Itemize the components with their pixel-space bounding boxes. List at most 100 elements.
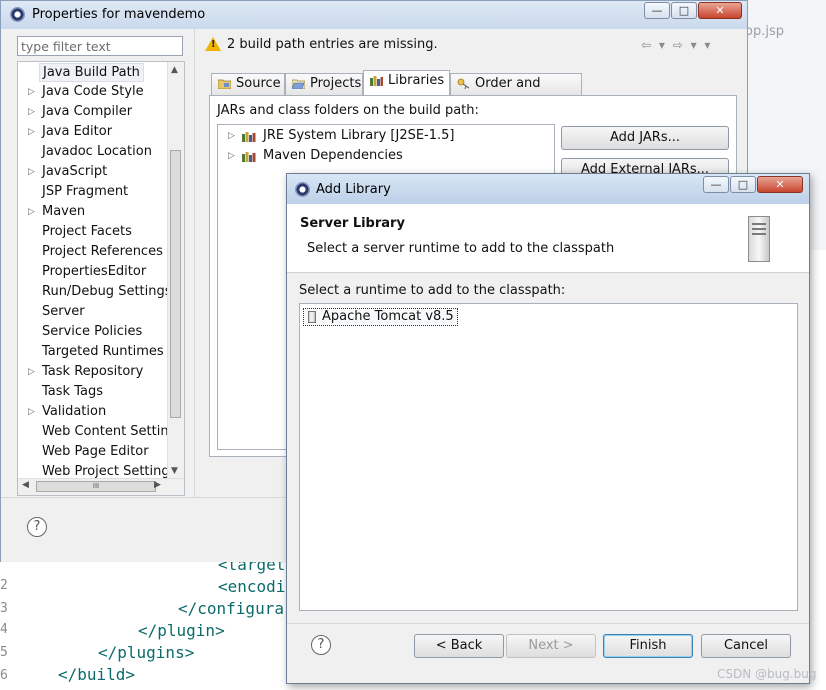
list-item-jre[interactable]: ▷ JRE System Library [J2SE-1.5] [218,126,554,146]
minimize-button[interactable]: — [644,2,670,19]
nav-item[interactable]: Targeted Runtimes [18,342,168,362]
expand-icon[interactable]: ▷ [228,126,235,146]
library-icon [242,152,256,162]
cancel-button[interactable]: Cancel [701,634,791,658]
add-jars-button[interactable]: Add JARs... [561,126,729,150]
editor-tab[interactable]: op.jsp [745,24,784,39]
warning-icon-mark: ! [211,39,216,50]
runtime-list-caption: Select a runtime to add to the classpath… [299,283,566,298]
help-icon[interactable]: ? [27,517,47,537]
maximize-button[interactable]: □ [671,2,697,19]
nav-item[interactable]: ▷ Java Editor [18,122,168,142]
nav-item[interactable]: ▷ Task Repository [18,362,168,382]
nav-item-label: Service Policies [42,324,143,339]
scroll-down-icon[interactable]: ▼ [171,466,178,476]
nav-item[interactable]: Service Policies [18,322,168,342]
server-icon [748,216,770,262]
expand-icon[interactable]: ▷ [28,82,35,102]
nav-item[interactable]: ▷ Java Compiler [18,102,168,122]
nav-item-label: Javadoc Location [42,144,152,159]
dialog-title: Add Library [316,182,391,197]
nav-item-label: Validation [42,404,107,419]
libraries-icon [370,76,383,86]
expand-icon[interactable]: ▷ [28,102,35,122]
line-number: 6 [0,668,8,683]
properties-titlebar[interactable]: Properties for mavendemo — □ ✕ [1,1,747,29]
nav-item[interactable]: Task Tags [18,382,168,402]
tab-libraries[interactable]: Libraries [363,70,450,95]
list-item-tomcat[interactable]: Apache Tomcat v8.5 [303,308,458,326]
history-nav[interactable]: ⇦ ▾ ⇨ ▾ ▾ [641,38,712,52]
nav-item-label: JSP Fragment [42,184,129,199]
nav-item-label: JavaScript [42,164,108,179]
expand-icon[interactable]: ▷ [28,362,35,382]
warning-message: 2 build path entries are missing. [227,37,438,52]
list-item-label: JRE System Library [J2SE-1.5] [263,128,455,143]
scroll-right-icon[interactable]: ▶ [154,480,161,490]
wizard-heading: Server Library [300,216,405,231]
sash-divider[interactable] [194,29,195,497]
scrollbar-thumb[interactable] [170,150,181,418]
dialog-titlebar[interactable]: Add Library — □ ✕ [287,174,809,204]
source-folder-icon [218,79,231,89]
nav-item-label: Run/Debug Settings [42,284,172,299]
server-runtime-icon [308,311,316,323]
minimize-button[interactable]: — [703,176,729,193]
tab-source[interactable]: Source [211,73,285,95]
nav-item[interactable]: ▷ Validation [18,402,168,422]
divider [287,623,809,624]
nav-item[interactable]: Javadoc Location [18,142,168,162]
expand-icon[interactable]: ▷ [28,122,35,142]
nav-item-label: Project References [42,244,163,259]
nav-item[interactable]: Run/Debug Settings [18,282,172,302]
line-number: 2 [0,578,8,593]
expand-icon[interactable]: ▷ [228,146,235,166]
back-button[interactable]: < Back [414,634,504,658]
list-item-maven[interactable]: ▷ Maven Dependencies [218,146,554,166]
nav-vertical-scrollbar[interactable]: ▲ ▼ [167,62,184,480]
code-line: <encodi [218,577,286,596]
help-icon[interactable]: ? [311,635,331,655]
expand-icon[interactable]: ▷ [28,162,35,182]
scroll-up-icon[interactable]: ▲ [171,65,178,75]
nav-item[interactable]: ▷ Maven [18,202,168,222]
nav-item-label: Java Build Path [39,63,144,82]
nav-horizontal-scrollbar[interactable]: ◀ III ▶ [18,478,184,495]
close-button[interactable]: ✕ [698,2,742,19]
nav-item[interactable]: Project References [18,242,168,262]
order-export-icon [457,78,470,89]
runtime-list: Apache Tomcat v8.5 [299,303,798,611]
scroll-left-icon[interactable]: ◀ [22,480,29,490]
nav-item[interactable]: Web Page Editor [18,442,168,462]
watermark: CSDN @bug.bug [717,667,817,681]
wizard-subheading: Select a server runtime to add to the cl… [307,241,615,256]
close-button[interactable]: ✕ [757,176,803,193]
list-item-label: Apache Tomcat v8.5 [322,309,454,324]
nav-item[interactable]: Java Build Path [18,62,168,82]
code-line: </plugins> [98,643,195,662]
filter-input[interactable]: type filter text [17,36,183,56]
nav-item[interactable]: Project Facets [18,222,168,242]
next-button[interactable]: Next > [506,634,596,658]
tab-projects[interactable]: Projects [285,73,363,95]
code-line: </plugin> [138,621,225,640]
nav-item[interactable]: Web Content Settings [18,422,184,442]
library-icon [242,132,256,142]
code-line: </build> [58,665,136,684]
tab-order-and-export[interactable]: Order and Export [450,73,582,111]
code-line: </configura [178,599,284,618]
nav-item-label: Web Content Settings [42,424,184,439]
nav-item[interactable]: ▷ JavaScript [18,162,168,182]
panel-caption: JARs and class folders on the build path… [217,103,479,118]
nav-item[interactable]: ▷ Java Code Style [18,82,168,102]
expand-icon[interactable]: ▷ [28,402,35,422]
line-number: 5 [0,645,8,660]
scrollbar-thumb[interactable]: III [36,481,156,492]
finish-button[interactable]: Finish [603,634,693,658]
nav-item-label: Java Compiler [42,104,133,119]
nav-item[interactable]: PropertiesEditor [18,262,168,282]
maximize-button[interactable]: □ [730,176,756,193]
nav-item[interactable]: JSP Fragment [18,182,168,202]
nav-item[interactable]: Server [18,302,168,322]
expand-icon[interactable]: ▷ [28,202,35,222]
